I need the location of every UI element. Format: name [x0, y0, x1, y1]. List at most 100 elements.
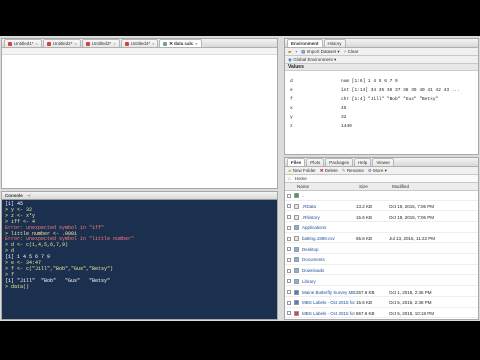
- folder-icon: [294, 268, 299, 274]
- folder-icon: [294, 278, 299, 284]
- file-icon: [294, 236, 299, 242]
- r-script-icon: [85, 41, 90, 46]
- file-row[interactable]: Downloads: [285, 267, 478, 276]
- file-modified: Oct 5, 2015, 2:38 PM: [389, 300, 432, 306]
- word-document-icon: [294, 289, 299, 295]
- up-arrow-icon: [294, 193, 299, 199]
- tab-packages[interactable]: Packages: [325, 158, 354, 166]
- file-name[interactable]: .Rhistory: [302, 215, 356, 220]
- file-row[interactable]: Desktop: [285, 246, 478, 255]
- file-name[interactable]: Desktop: [302, 247, 356, 252]
- column-name[interactable]: Name: [297, 184, 359, 189]
- file-checkbox[interactable]: [287, 257, 291, 262]
- clear-button[interactable]: ⌿ Clear: [344, 49, 359, 54]
- values-section: Values: [285, 64, 478, 71]
- env-value-d: num [1:6] 1 4 5 6 7 9: [341, 79, 398, 84]
- file-row[interactable]: batting.1989.csv 65.8 KB Jul 13, 2015, 11:…: [285, 235, 478, 244]
- tab-history[interactable]: History: [323, 39, 346, 47]
- tab-help[interactable]: Help: [354, 158, 372, 166]
- import-dataset-button[interactable]: ▦ Import Dataset ▾: [301, 49, 340, 55]
- column-modified[interactable]: Modified: [392, 184, 462, 189]
- editor-tab-data[interactable]: R data calc ×: [159, 39, 202, 47]
- folder-icon: [294, 225, 299, 231]
- file-name[interactable]: Downloads: [302, 268, 356, 273]
- file-row[interactable]: .RData 13.2 KB Oct 19, 2015, 7:06 PM: [285, 203, 478, 212]
- column-size[interactable]: Size: [359, 184, 392, 189]
- more-button[interactable]: ⚙ More ▾: [368, 168, 387, 174]
- env-name-f: f: [290, 97, 293, 102]
- rename-button[interactable]: ✎ Rename: [342, 168, 364, 174]
- console-output[interactable]: [1] 45 > y <- 32 > z <- x*y > iff <- 4 Error…: [2, 200, 277, 291]
- path-home[interactable]: Home: [295, 176, 307, 181]
- file-row[interactable]: Maine Butterfly Survey MBS - unsorted.do…: [285, 288, 478, 297]
- file-checkbox[interactable]: [287, 279, 291, 284]
- tab-plots[interactable]: Plots: [306, 158, 325, 166]
- file-checkbox[interactable]: [287, 204, 291, 209]
- file-row[interactable]: Documents: [285, 256, 478, 265]
- scope-select[interactable]: ◉ Global Environment ▾: [288, 57, 336, 63]
- file-name[interactable]: ..: [302, 193, 356, 198]
- close-icon[interactable]: ×: [74, 41, 76, 46]
- tab-environment[interactable]: Environment: [287, 39, 323, 47]
- files-tabbar: Files Plots Packages Help Viewer: [285, 158, 478, 167]
- files-list: .. .RData 13.2 KB Oct 19, 2015, 7:06 PM .Rhi…: [285, 192, 478, 319]
- file-row[interactable]: MBS Labels - Oct 2015 for printing.pdf86…: [285, 310, 478, 319]
- pdf-icon: [294, 310, 299, 316]
- r-script-icon: [8, 41, 12, 46]
- editor-tab-untitled2[interactable]: Untitled2* ×: [42, 39, 81, 47]
- editor-toolbar: [2, 48, 277, 55]
- file-name[interactable]: MBS Labels - Oct 2015 for printing.pdf: [302, 311, 356, 316]
- file-row[interactable]: .Rhistory 15.6 KB Oct 19, 2015, 7:06 PM: [285, 213, 478, 222]
- console-pane: Console ~/ [1] 45 > y <- 32 > z <- x*y > iff…: [1, 191, 278, 320]
- file-name[interactable]: .RData: [302, 204, 356, 209]
- file-row[interactable]: Library: [285, 278, 478, 287]
- file-checkbox[interactable]: [287, 225, 291, 230]
- file-row[interactable]: ..: [285, 192, 478, 201]
- env-name-e: e: [290, 88, 293, 93]
- folder-icon: [294, 246, 299, 252]
- console-header: Console ~/: [2, 192, 277, 200]
- env-value-x: 45: [341, 106, 347, 111]
- file-checkbox[interactable]: [287, 215, 291, 220]
- file-checkbox[interactable]: [287, 311, 291, 316]
- file-name[interactable]: Documents: [302, 257, 356, 262]
- env-value-e: int [1:14] 34 35 36 37 38 39 40 41 42 43…: [341, 88, 460, 93]
- file-name[interactable]: Library: [302, 279, 356, 284]
- close-icon[interactable]: ×: [113, 41, 115, 46]
- file-size: 15.6 KB: [356, 214, 373, 220]
- close-icon[interactable]: ×: [195, 41, 197, 46]
- file-name[interactable]: batting.1989.csv: [302, 236, 356, 241]
- file-name[interactable]: Applications: [302, 225, 356, 230]
- folder-icon: [294, 257, 299, 263]
- file-row[interactable]: MBS Labels - Oct 2015 for printing.docx1…: [285, 299, 478, 308]
- file-size: 257.6 KB: [356, 289, 375, 295]
- rstudio-window: Untitled1* × Untitled2* × Untitled3* × Unti…: [0, 36, 480, 321]
- file-checkbox[interactable]: [287, 236, 291, 241]
- tab-files[interactable]: Files: [287, 158, 306, 166]
- editor-tab-untitled1[interactable]: Untitled1* ×: [4, 39, 42, 47]
- file-name[interactable]: MBS Labels - Oct 2015 for printing.docx: [302, 300, 356, 305]
- home-icon[interactable]: ⌂: [288, 176, 291, 181]
- open-icon[interactable]: ▰: [288, 49, 291, 55]
- delete-button[interactable]: ✖ Delete: [320, 168, 338, 174]
- word-document-icon: [294, 300, 299, 306]
- editor-tab-untitled3[interactable]: Untitled3* ×: [81, 39, 120, 47]
- file-modified: Oct 19, 2015, 7:06 PM: [389, 214, 435, 220]
- file-size: 15.6 KB: [356, 300, 373, 306]
- file-checkbox[interactable]: [287, 300, 291, 305]
- file-checkbox[interactable]: [287, 268, 291, 273]
- editor-content[interactable]: [2, 56, 277, 188]
- file-checkbox[interactable]: [287, 193, 291, 198]
- close-icon[interactable]: ×: [36, 41, 38, 46]
- editor-tab-untitled4[interactable]: Untitled4* ×: [120, 39, 159, 47]
- close-icon[interactable]: ×: [152, 41, 154, 46]
- env-name-d: d: [290, 79, 293, 84]
- new-folder-button[interactable]: ▰ New Folder: [288, 168, 316, 174]
- file-checkbox[interactable]: [287, 247, 291, 252]
- file-row[interactable]: Applications: [285, 224, 478, 233]
- table-icon: [163, 41, 168, 46]
- tab-viewer[interactable]: Viewer: [372, 158, 394, 166]
- file-checkbox[interactable]: [287, 290, 291, 295]
- file-name[interactable]: Maine Butterfly Survey MBS - unsorted.do…: [302, 290, 356, 295]
- save-icon[interactable]: ▪: [295, 49, 297, 54]
